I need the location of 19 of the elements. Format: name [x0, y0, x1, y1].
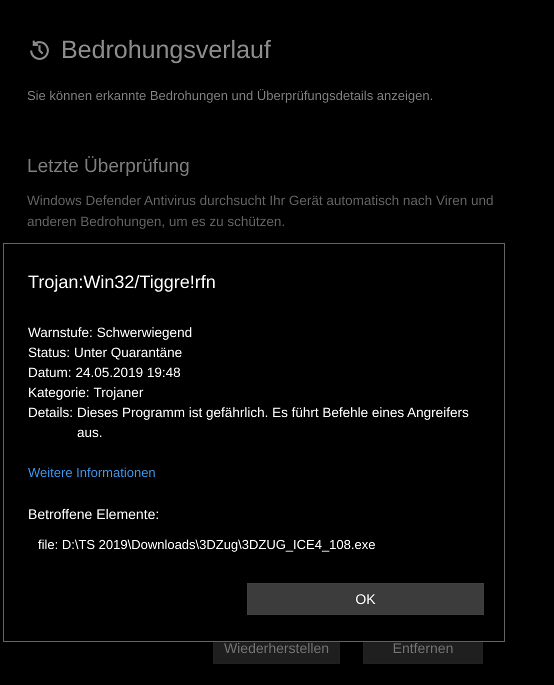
more-info-link[interactable]: Weitere Informationen: [28, 463, 156, 482]
page-subtitle: Sie können erkannte Bedrohungen und Überprüfungsdetails anzeigen.: [27, 86, 434, 105]
field-value: Dieses Programm ist gefährlich. Es führt Befehle eines Angreifers aus.: [77, 404, 470, 442]
field-label: Warnstufe:: [28, 324, 93, 342]
field-label: Status:: [28, 344, 70, 362]
field-value: Unter Quarantäne: [74, 344, 182, 362]
field-value: 24.05.2019 19:48: [76, 364, 181, 382]
field-label: Kategorie:: [28, 384, 90, 402]
page-title: Bedrohungsverlauf: [61, 35, 271, 66]
field-label: Details:: [28, 404, 74, 422]
section-text: Windows Defender Antivirus durchsucht Ihr Gerät automatisch nach Viren und anderen Bedrohungen, um es zu schützen.: [27, 192, 494, 231]
section-heading: Letzte Überprüfung: [27, 155, 191, 179]
threat-name: Trojan:Win32/Tiggre!rfn: [28, 271, 217, 294]
field-label: Datum:: [28, 364, 72, 382]
field-value: Schwerwiegend: [96, 324, 192, 342]
field-value: Trojaner: [94, 384, 144, 402]
ok-button[interactable]: OK: [247, 583, 484, 615]
file-path: file: D:\TS 2019\Downloads\3DZug\3DZUG_ICE4_108.exe: [38, 536, 376, 554]
affected-heading: Betroffene Elemente:: [28, 504, 160, 524]
